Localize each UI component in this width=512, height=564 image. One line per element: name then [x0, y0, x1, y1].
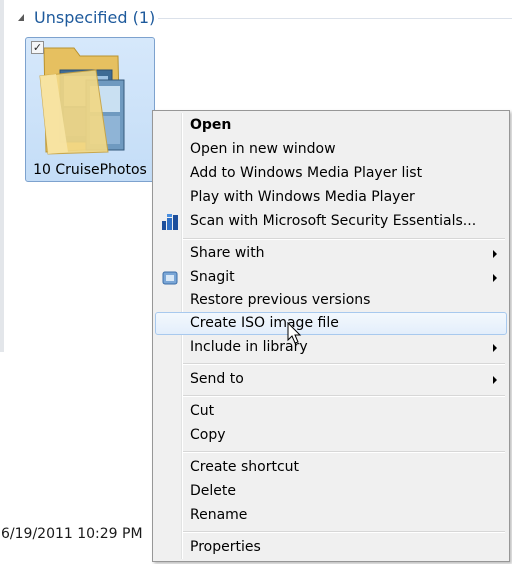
menu-item-label: Cut [190, 403, 215, 419]
menu-item-label: Open in new window [190, 141, 336, 157]
select-checkbox[interactable]: ✓ [31, 41, 44, 54]
menu-item-create-shortcut[interactable]: Create shortcut [155, 456, 507, 479]
menu-item-label: Restore previous versions [190, 292, 371, 308]
menu-item-open[interactable]: Open [155, 114, 507, 137]
menu-item-rename[interactable]: Rename [155, 504, 507, 527]
menu-item-label: Add to Windows Media Player list [190, 165, 423, 181]
group-header[interactable]: Unspecified (1) [18, 8, 512, 30]
snagit-icon [162, 271, 178, 285]
collapse-arrow-icon[interactable] [18, 14, 24, 21]
menu-item-scan-mse[interactable]: Scan with Microsoft Security Essentials.… [155, 210, 507, 233]
menu-separator [183, 451, 505, 453]
group-divider [158, 18, 512, 19]
menu-item-delete[interactable]: Delete [155, 480, 507, 503]
menu-item-label: Share with [190, 245, 265, 261]
menu-separator [183, 363, 505, 365]
menu-item-include-in-library[interactable]: Include in library [155, 336, 507, 359]
menu-item-share-with[interactable]: Share with [155, 242, 507, 265]
menu-item-play-with-wmp[interactable]: Play with Windows Media Player [155, 186, 507, 209]
menu-item-snagit[interactable]: Snagit [155, 266, 507, 289]
menu-item-label: Create ISO image file [190, 315, 339, 331]
menu-item-label: Copy [190, 427, 226, 443]
menu-item-cut[interactable]: Cut [155, 400, 507, 423]
menu-separator [183, 238, 505, 240]
menu-item-label: Delete [190, 483, 236, 499]
submenu-arrow-icon [493, 376, 497, 384]
mouse-pointer-icon [287, 322, 302, 344]
menu-separator [183, 395, 505, 397]
menu-item-label: Snagit [190, 269, 235, 285]
left-pane-edge [0, 0, 4, 352]
menu-item-send-to[interactable]: Send to [155, 368, 507, 391]
menu-item-restore-previous-versions[interactable]: Restore previous versions [155, 289, 507, 312]
group-title: Unspecified (1) [34, 8, 156, 27]
submenu-arrow-icon [493, 274, 497, 282]
menu-item-label: Scan with Microsoft Security Essentials.… [190, 213, 477, 229]
submenu-arrow-icon [493, 344, 497, 352]
menu-item-label: Rename [190, 507, 248, 523]
submenu-arrow-icon [493, 250, 497, 258]
folder-icon [39, 47, 125, 155]
menu-item-properties[interactable]: Properties [155, 536, 507, 559]
menu-item-add-to-wmp-list[interactable]: Add to Windows Media Player list [155, 162, 507, 185]
menu-item-label: Send to [190, 371, 244, 387]
menu-item-label: Properties [190, 539, 261, 555]
menu-item-create-iso[interactable]: Create ISO image file [155, 312, 507, 335]
folder-item[interactable]: ✓ 10 CruisePhotos [25, 37, 155, 182]
folder-name: 10 CruisePhotos [33, 162, 147, 178]
status-date-modified: 6/19/2011 10:29 PM [1, 526, 143, 542]
menu-item-open-new-window[interactable]: Open in new window [155, 138, 507, 161]
menu-item-label: Open [190, 117, 232, 133]
menu-item-copy[interactable]: Copy [155, 424, 507, 447]
menu-separator [183, 531, 505, 533]
context-menu: Open Open in new window Add to Windows M… [152, 110, 510, 562]
security-essentials-icon [162, 214, 178, 230]
menu-item-label: Create shortcut [190, 459, 300, 475]
menu-item-label: Play with Windows Media Player [190, 189, 415, 205]
